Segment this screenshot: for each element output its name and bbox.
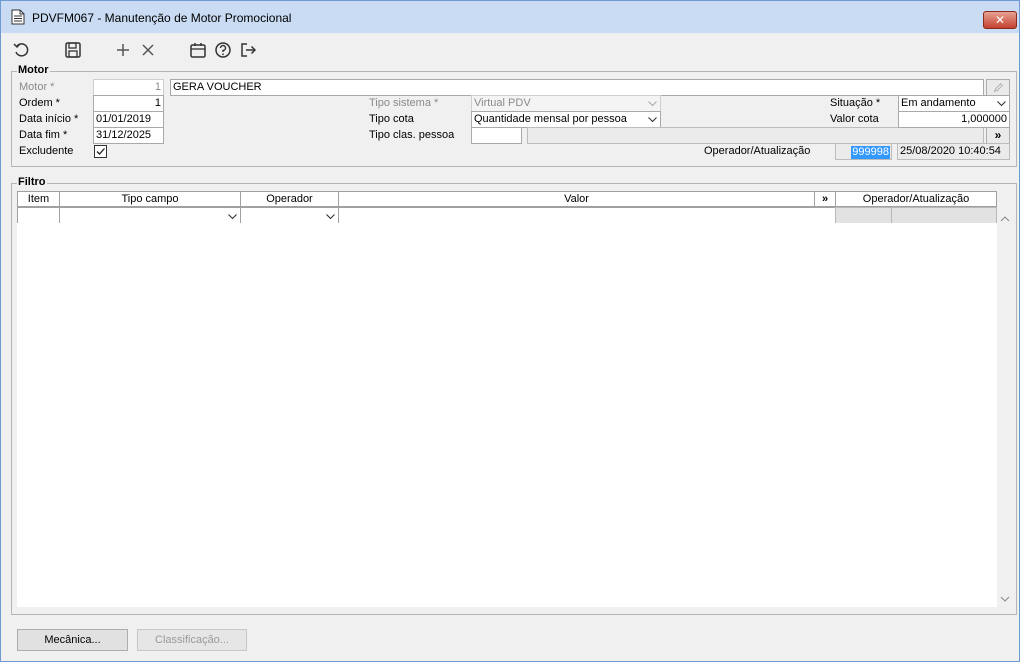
mecanica-button[interactable]: Mecânica... — [17, 629, 128, 651]
data-fim-field[interactable]: 31/12/2025 — [93, 127, 164, 144]
excludente-label: Excludente — [19, 145, 74, 157]
cell-operador — [835, 207, 892, 224]
calendar-icon[interactable] — [189, 41, 207, 59]
chevron-down-icon — [997, 101, 1006, 107]
excludente-checkbox[interactable] — [94, 145, 107, 158]
situacao-value: Em andamento — [901, 97, 976, 109]
close-icon: ✕ — [994, 13, 1006, 27]
tipo-clas-code-field[interactable] — [471, 127, 522, 144]
tipo-clas-desc-field — [527, 127, 984, 144]
cell-valor[interactable] — [338, 207, 836, 224]
col-header-item[interactable]: Item — [17, 191, 60, 207]
operador-atualizacao-label: Operador/Atualização — [704, 145, 811, 157]
exit-icon[interactable] — [239, 41, 257, 59]
cell-tipo-campo-select[interactable] — [59, 207, 241, 224]
checkmark-icon — [96, 148, 105, 155]
help-icon[interactable] — [214, 41, 232, 59]
col-header-valor[interactable]: Valor — [338, 191, 815, 207]
add-icon[interactable] — [114, 41, 132, 59]
motor-name-field[interactable]: GERA VOUCHER — [170, 79, 984, 96]
motor-edit-button[interactable] — [986, 79, 1010, 96]
data-fim-label: Data fim * — [19, 129, 68, 141]
save-icon[interactable] — [64, 41, 82, 59]
tipo-clas-label: Tipo clas. pessoa — [369, 129, 455, 141]
filtro-group-title: Filtro — [17, 176, 47, 188]
col-header-operador[interactable]: Operador — [240, 191, 339, 207]
main-window: PDVFM067 - Manutenção de Motor Promocion… — [0, 0, 1020, 662]
grid-body — [17, 223, 997, 607]
classificacao-button-label: Classificação... — [155, 634, 229, 646]
valor-cota-field[interactable]: 1,000000 — [898, 111, 1010, 128]
undo-icon[interactable] — [13, 41, 31, 59]
cell-atualizacao — [891, 207, 997, 224]
cell-item[interactable] — [17, 207, 60, 224]
col-header-more[interactable]: » — [814, 191, 836, 207]
chevron-down-icon — [648, 117, 657, 123]
window-title: PDVFM067 - Manutenção de Motor Promocion… — [32, 11, 292, 25]
data-inicio-label: Data início * — [19, 113, 79, 125]
situacao-select[interactable]: Em andamento — [898, 95, 1010, 112]
chevron-down-icon — [228, 214, 237, 220]
document-icon — [11, 9, 25, 25]
tipo-cota-label: Tipo cota — [369, 113, 414, 125]
ordem-field[interactable]: 1 — [93, 95, 164, 112]
tipo-cota-value: Quantidade mensal por pessoa — [474, 113, 627, 125]
motor-label: Motor * — [19, 81, 55, 93]
col-header-tipo-campo[interactable]: Tipo campo — [59, 191, 241, 207]
toolbar — [1, 35, 1019, 63]
tipo-cota-select[interactable]: Quantidade mensal por pessoa — [471, 111, 661, 128]
motor-code-field[interactable]: 1 — [93, 79, 164, 96]
tipo-sistema-label: Tipo sistema * — [369, 97, 439, 109]
pencil-icon — [993, 83, 1003, 93]
chevron-down-icon — [326, 214, 335, 220]
title-bar: PDVFM067 - Manutenção de Motor Promocion… — [1, 1, 1019, 33]
tipo-sistema-value: Virtual PDV — [474, 97, 531, 109]
scroll-up-icon[interactable] — [1000, 215, 1010, 223]
close-button[interactable]: ✕ — [983, 11, 1017, 29]
atualizacao-field: 25/08/2020 10:40:54 — [897, 143, 1010, 160]
tipo-sistema-select[interactable]: Virtual PDV — [471, 95, 661, 112]
chevron-down-icon — [648, 101, 657, 107]
tipo-clas-more-button[interactable]: » — [986, 127, 1010, 144]
mecanica-button-label: Mecânica... — [44, 634, 101, 646]
operador-field[interactable]: 999998 — [835, 143, 892, 160]
operador-value: 999998 — [851, 146, 890, 159]
classificacao-button[interactable]: Classificação... — [137, 629, 247, 651]
motor-group-title: Motor — [17, 64, 50, 76]
vertical-scrollbar[interactable] — [997, 207, 1013, 607]
scroll-down-icon[interactable] — [1000, 595, 1010, 603]
delete-icon[interactable] — [139, 41, 157, 59]
data-inicio-field[interactable]: 01/01/2019 — [93, 111, 164, 128]
ordem-label: Ordem * — [19, 97, 60, 109]
col-header-operador-atualizacao[interactable]: Operador/Atualização — [835, 191, 997, 207]
situacao-label: Situação * — [830, 97, 881, 109]
cell-operador-select[interactable] — [240, 207, 339, 224]
valor-cota-label: Valor cota — [830, 113, 879, 125]
